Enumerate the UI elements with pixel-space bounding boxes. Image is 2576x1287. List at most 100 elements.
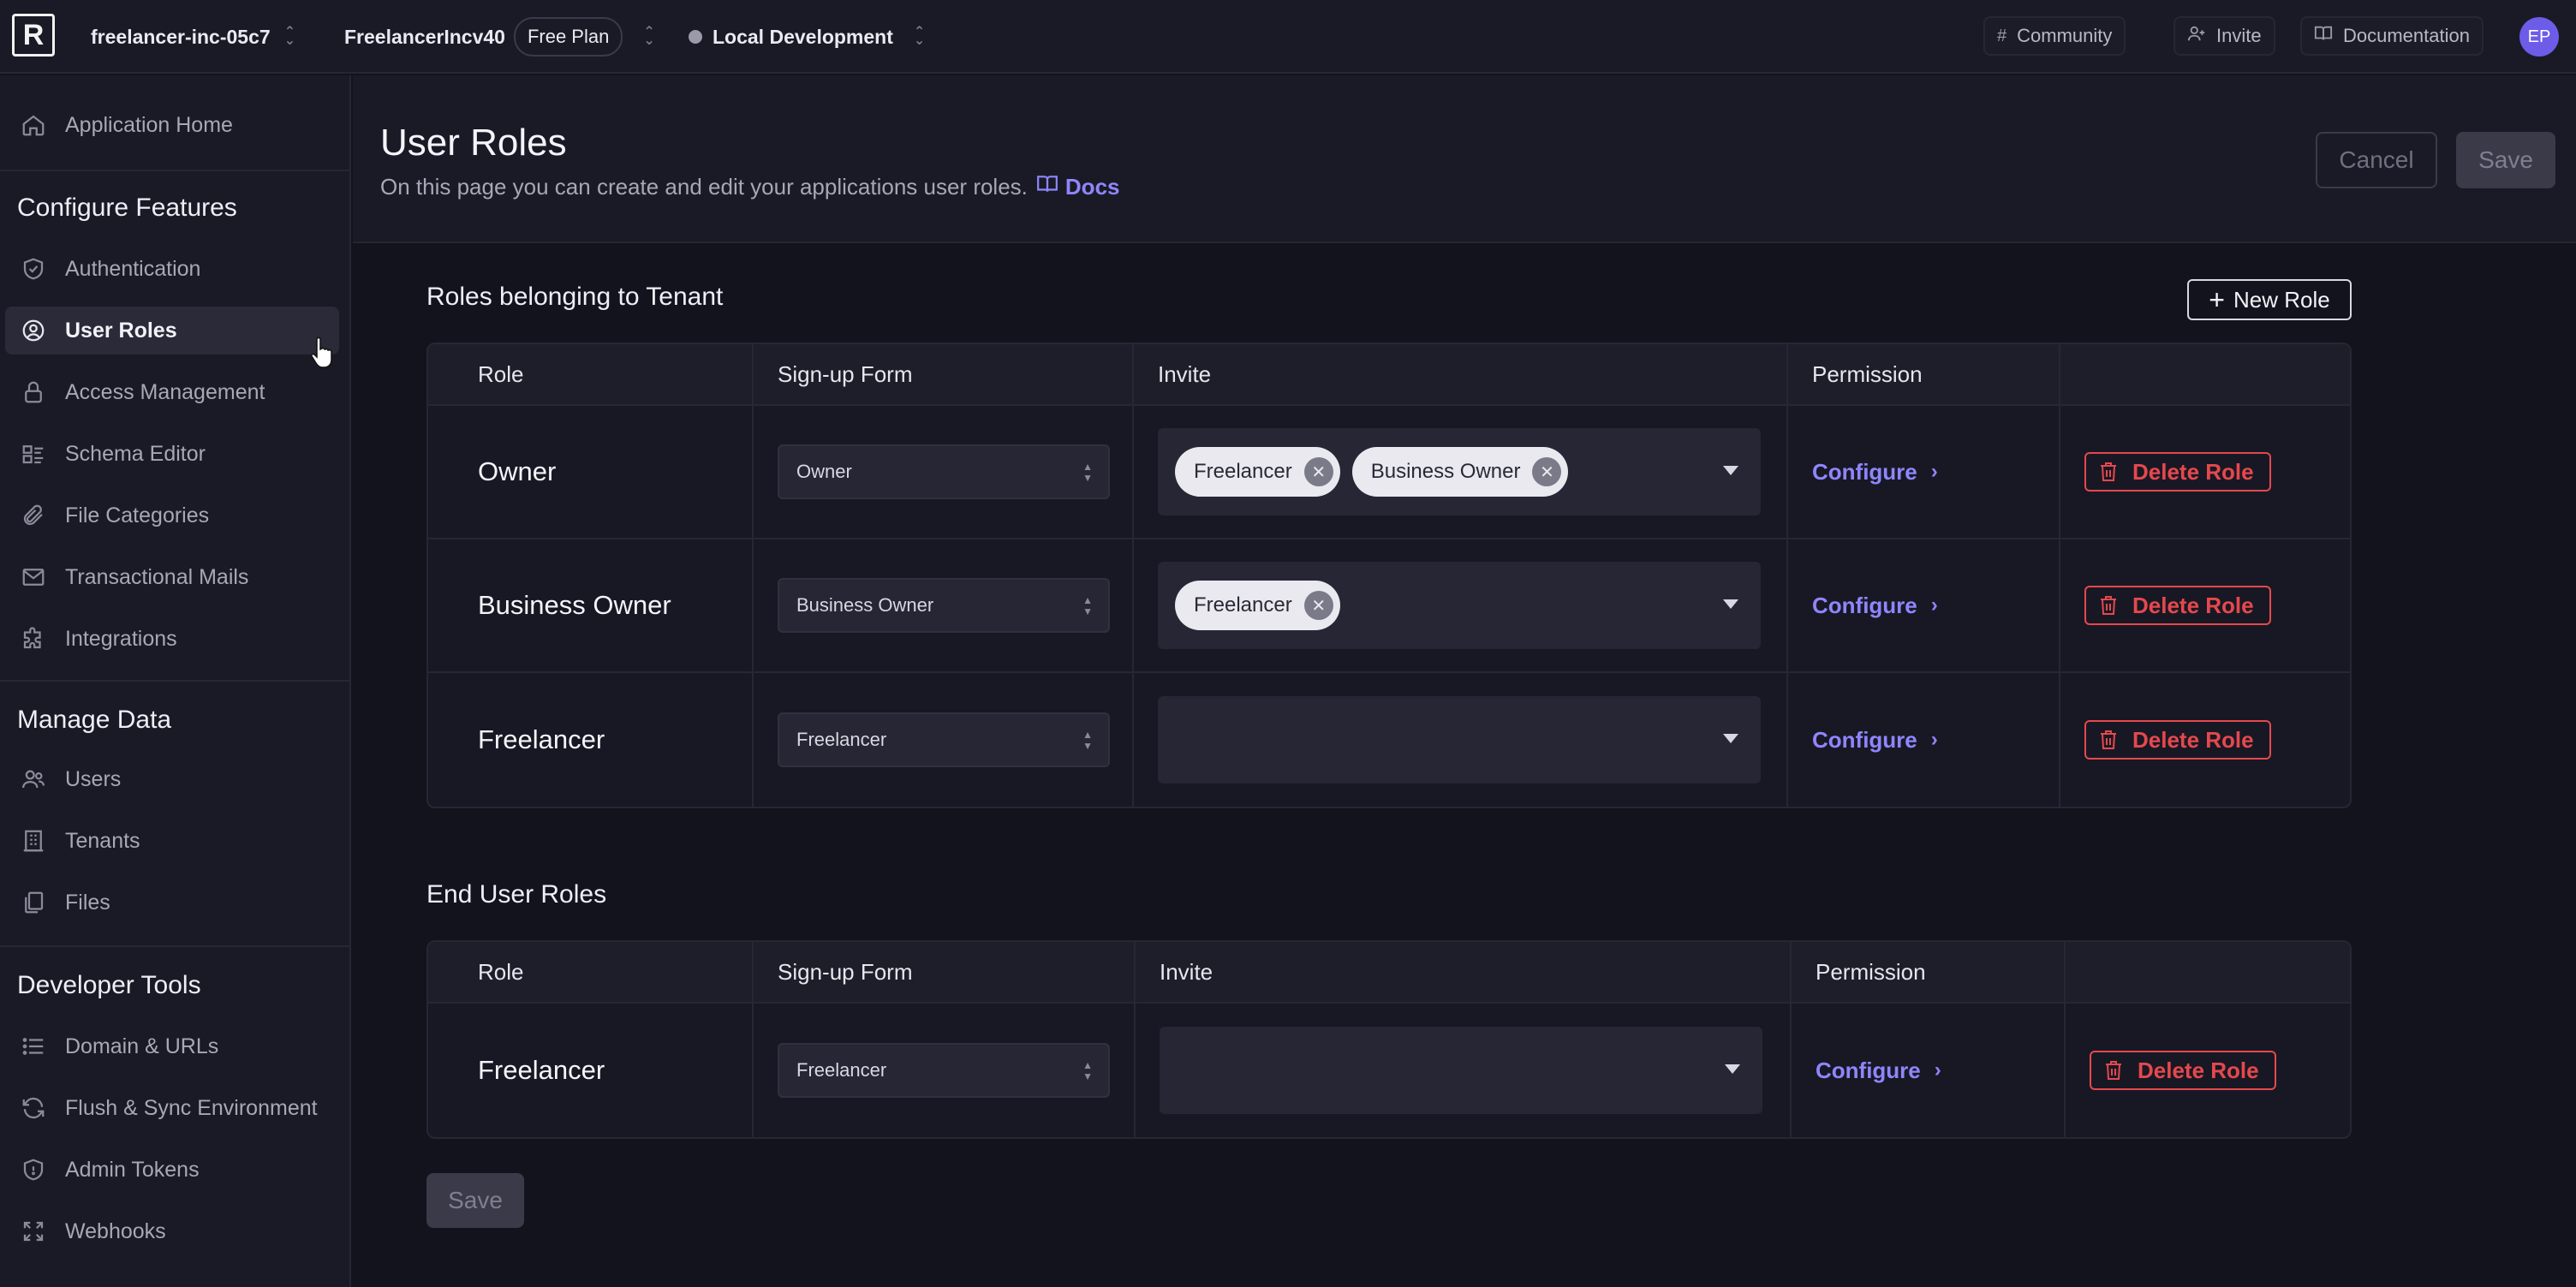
- invite-chip: Freelancer ✕: [1175, 581, 1340, 630]
- chevron-up-down-icon: ▲ ▼: [1082, 461, 1093, 484]
- sidebar-item-domain-urls[interactable]: Domain & URLs: [5, 1022, 339, 1070]
- remove-chip-icon[interactable]: ✕: [1303, 591, 1333, 620]
- role-name: Owner: [478, 456, 557, 486]
- column-header-role: Role: [428, 942, 754, 1002]
- mail-icon: [19, 563, 48, 592]
- documentation-button[interactable]: Documentation: [2300, 16, 2484, 56]
- role-name: Freelancer: [478, 1055, 605, 1085]
- invite-multiselect[interactable]: Freelancer ✕: [1158, 562, 1761, 649]
- save-bottom-button[interactable]: Save: [426, 1173, 524, 1228]
- user-avatar[interactable]: EP: [2519, 17, 2559, 57]
- caret-down-icon[interactable]: [1723, 466, 1738, 475]
- chevron-right-icon: ›: [1934, 1058, 1941, 1081]
- invite-multiselect[interactable]: [1158, 696, 1761, 784]
- environment-switcher[interactable]: Local Development ⌃ ⌄: [689, 0, 925, 74]
- signup-form-select[interactable]: Freelancer ▲ ▼: [778, 712, 1110, 767]
- sidebar-item-label: Application Home: [65, 112, 233, 137]
- lock-icon: [19, 378, 48, 407]
- sidebar-item-file-categories[interactable]: File Categories: [5, 492, 339, 539]
- column-header-actions: [2066, 942, 2350, 1002]
- shield-check-icon: [19, 254, 48, 283]
- configure-link[interactable]: Configure ›: [1812, 727, 1938, 754]
- sidebar-item-admin-tokens[interactable]: Admin Tokens: [5, 1146, 339, 1194]
- invite-multiselect[interactable]: [1160, 1027, 1762, 1114]
- remove-chip-icon[interactable]: ✕: [1303, 457, 1333, 486]
- configure-features-heading: Configure Features: [17, 194, 237, 222]
- users-icon: [19, 765, 48, 794]
- workspace-switcher[interactable]: freelancer-inc-05c7 ⌃ ⌄: [91, 0, 295, 74]
- documentation-label: Documentation: [2343, 25, 2470, 46]
- delete-role-button[interactable]: Delete Role: [2084, 452, 2271, 492]
- sidebar-item-label: Webhooks: [65, 1218, 166, 1243]
- caret-down-icon[interactable]: [1725, 1064, 1740, 1074]
- delete-role-button[interactable]: Delete Role: [2084, 586, 2271, 625]
- sidebar-item-flush-sync[interactable]: Flush & Sync Environment: [5, 1084, 339, 1132]
- column-header-permission: Permission: [1788, 344, 2060, 404]
- signup-form-value: Business Owner: [796, 594, 934, 616]
- sidebar-item-application-home[interactable]: Application Home: [5, 101, 339, 149]
- trash-icon: [2101, 596, 2116, 615]
- save-button[interactable]: Save: [2456, 132, 2555, 188]
- sidebar-divider: [0, 945, 351, 947]
- sidebar-item-label: File Categories: [65, 503, 210, 527]
- book-icon: [2314, 24, 2333, 48]
- user-plus-icon: [2187, 24, 2206, 48]
- invite-multiselect[interactable]: Freelancer ✕ Business Owner ✕: [1158, 428, 1761, 515]
- delete-role-button[interactable]: Delete Role: [2084, 720, 2271, 760]
- webhook-icon: [19, 1217, 48, 1246]
- configure-label: Configure: [1816, 1057, 1921, 1083]
- sidebar-item-users[interactable]: Users: [5, 755, 339, 803]
- signup-form-select[interactable]: Owner ▲ ▼: [778, 444, 1110, 499]
- app-name: FreelancerIncv40: [344, 25, 505, 48]
- tenant-roles-heading: Roles belonging to Tenant: [426, 283, 724, 311]
- user-circle-icon: [19, 316, 48, 345]
- chevron-up-down-icon: ⌃ ⌄: [643, 25, 655, 48]
- sidebar-item-transactional-mails[interactable]: Transactional Mails: [5, 553, 339, 601]
- chevron-up-down-icon: ▲ ▼: [1082, 594, 1093, 617]
- caret-down-icon[interactable]: [1723, 734, 1738, 743]
- docs-link[interactable]: Docs: [1036, 173, 1119, 201]
- caret-down-icon[interactable]: [1723, 599, 1738, 609]
- signup-form-select[interactable]: Freelancer ▲ ▼: [778, 1043, 1110, 1098]
- sidebar-item-files[interactable]: Files: [5, 879, 339, 927]
- app-switcher[interactable]: FreelancerIncv40 Free Plan ⌃ ⌄: [344, 0, 655, 74]
- delete-role-label: Delete Role: [2132, 592, 2254, 618]
- cancel-button[interactable]: Cancel: [2316, 132, 2437, 188]
- sidebar-item-tenants[interactable]: Tenants: [5, 817, 339, 865]
- community-button[interactable]: # Community: [1983, 16, 2126, 56]
- column-header-signup: Sign-up Form: [754, 942, 1136, 1002]
- building-icon: [19, 826, 48, 855]
- table-row: Freelancer Freelancer ▲ ▼ Configure › Del…: [428, 1004, 2350, 1137]
- sidebar-divider: [0, 680, 351, 682]
- remove-chip-icon[interactable]: ✕: [1532, 457, 1562, 486]
- sidebar-item-integrations[interactable]: Integrations: [5, 615, 339, 663]
- configure-link[interactable]: Configure ›: [1812, 459, 1938, 486]
- sidebar: Application Home Configure Features Auth…: [0, 75, 351, 1287]
- trash-icon: [2101, 462, 2116, 481]
- new-role-button[interactable]: + New Role: [2187, 279, 2352, 320]
- chevron-right-icon: ›: [1930, 460, 1938, 483]
- app-logo[interactable]: R: [12, 14, 55, 57]
- sidebar-item-label: Flush & Sync Environment: [65, 1095, 318, 1120]
- configure-link[interactable]: Configure ›: [1812, 593, 1938, 619]
- delete-role-label: Delete Role: [2132, 726, 2254, 753]
- sidebar-item-user-roles[interactable]: User Roles: [5, 307, 339, 355]
- sidebar-item-access-management[interactable]: Access Management: [5, 368, 339, 416]
- column-header-role: Role: [428, 344, 754, 404]
- list-icon: [19, 1032, 48, 1061]
- files-icon: [19, 888, 48, 917]
- invite-button[interactable]: Invite: [2174, 16, 2275, 56]
- signup-form-select[interactable]: Business Owner ▲ ▼: [778, 578, 1110, 633]
- sidebar-item-webhooks[interactable]: Webhooks: [5, 1207, 339, 1255]
- invite-chip: Business Owner ✕: [1351, 447, 1569, 497]
- invite-chip: Freelancer ✕: [1175, 447, 1340, 497]
- workspace-name: freelancer-inc-05c7: [91, 25, 271, 48]
- paperclip-icon: [19, 501, 48, 530]
- sidebar-item-authentication[interactable]: Authentication: [5, 245, 339, 293]
- delete-role-button[interactable]: Delete Role: [2090, 1051, 2276, 1090]
- configure-link[interactable]: Configure ›: [1816, 1058, 1941, 1084]
- sidebar-item-schema-editor[interactable]: Schema Editor: [5, 430, 339, 478]
- shield-icon: [19, 1155, 48, 1184]
- schema-icon: [19, 439, 48, 468]
- environment-status-dot: [689, 30, 702, 44]
